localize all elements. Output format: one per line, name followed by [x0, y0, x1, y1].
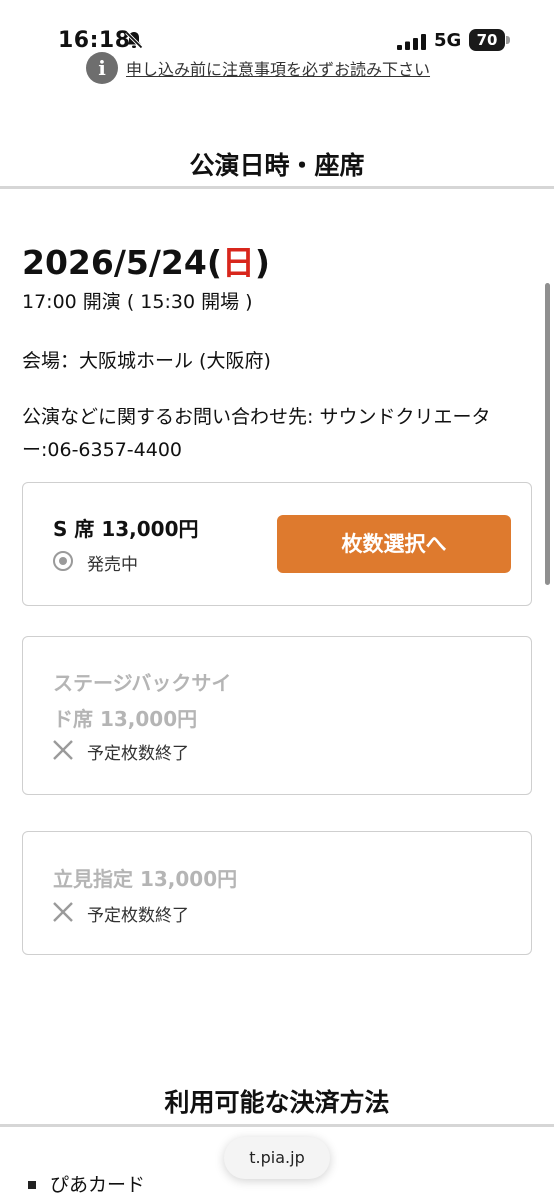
- payment-title: 利用可能な決済方法: [164, 1088, 390, 1117]
- seat-status-text: 予定枚数終了: [87, 744, 189, 764]
- cellular-signal-icon: [397, 34, 426, 50]
- battery-nub: [506, 36, 510, 44]
- status-bar: 16:18 5G 70: [0, 0, 554, 53]
- status-time: 16:18: [58, 28, 131, 53]
- section-divider: [0, 186, 554, 189]
- seat-card-stage-back: ステージバックサイ ド席 13,000円 予定枚数終了: [22, 636, 532, 795]
- network-type: 5G: [434, 30, 462, 51]
- payment-item: ぴあカード: [50, 1174, 146, 1196]
- seat-card-s: S 席 13,000円 発売中 枚数選択へ: [22, 482, 532, 606]
- date-main: 2026/5/24(: [22, 243, 222, 282]
- info-icon: i: [86, 52, 118, 84]
- seat-name: S 席 13,000円: [53, 517, 199, 541]
- section-title: 公演日時・座席: [189, 151, 365, 180]
- notice-banner[interactable]: i 申し込み前に注意事項を必ずお読み下さい: [86, 52, 486, 84]
- cross-icon: [53, 740, 73, 760]
- battery-icon: 70: [469, 29, 511, 51]
- bullet-icon: [28, 1181, 36, 1189]
- payment-divider: [0, 1124, 554, 1127]
- seat-name-line2: ド席 13,000円: [53, 707, 198, 731]
- performance-date: 2026/5/24(日): [22, 236, 270, 284]
- seat-status-text: 予定枚数終了: [87, 906, 189, 926]
- performance-time: 17:00 開演 ( 15:30 開場 ): [22, 291, 253, 313]
- select-quantity-button[interactable]: 枚数選択へ: [277, 515, 511, 573]
- seat-card-standing: 立見指定 13,000円 予定枚数終了: [22, 831, 532, 955]
- seat-status-text: 発売中: [87, 555, 138, 575]
- notice-link[interactable]: 申し込み前に注意事項を必ずお読み下さい: [126, 56, 430, 80]
- date-close: ): [254, 243, 271, 282]
- radio-circle-icon: [53, 551, 73, 571]
- cross-icon: [53, 902, 73, 922]
- seat-name-line1: ステージバックサイ: [53, 671, 232, 695]
- seat-name: 立見指定 13,000円: [53, 867, 238, 891]
- performance-venue: 会場：大阪城ホール (大阪府): [22, 350, 271, 372]
- weekday: 日: [221, 243, 255, 282]
- bell-muted-icon: [125, 31, 143, 49]
- battery-level: 70: [469, 29, 505, 51]
- browser-url-pill[interactable]: t.pia.jp: [224, 1137, 330, 1179]
- scrollbar[interactable]: [545, 283, 550, 585]
- performance-contact: 公演などに関するお問い合わせ先: サウンドクリエーター:06-6357-4400: [22, 406, 491, 461]
